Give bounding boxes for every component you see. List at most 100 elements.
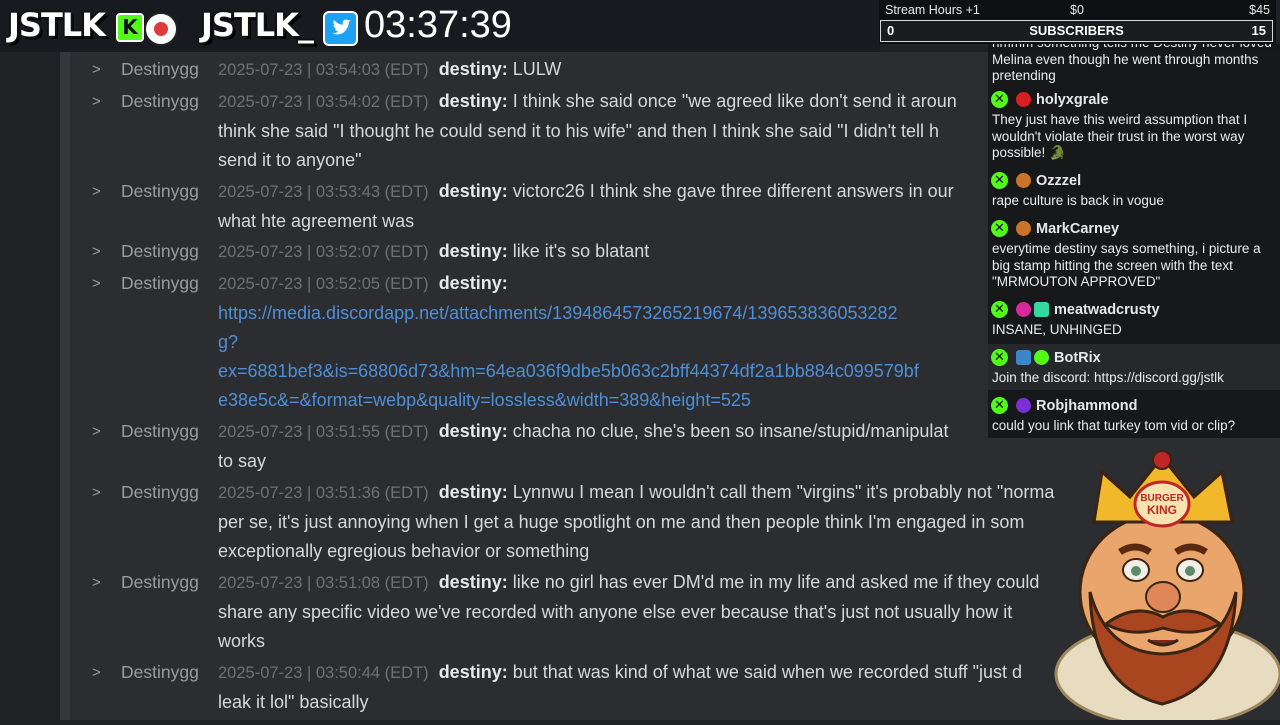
chat-message-text: everytime destiny says something, i pict… <box>992 241 1261 289</box>
expand-chevron-icon[interactable]: > <box>92 417 108 446</box>
message-timestamp: 2025-07-23 | 03:50:44 (EDT) <box>218 664 429 682</box>
expand-chevron-icon[interactable]: > <box>92 658 108 687</box>
chat-username[interactable]: meatwadcrusty <box>1054 299 1160 321</box>
goal-label: SUBSCRIBERS <box>1029 23 1124 38</box>
message-text: chacha no clue, she's been so insane/stu… <box>512 421 949 441</box>
kick-verified-icon: ✕ <box>991 397 1008 414</box>
channel-name: Destinygg <box>121 91 199 111</box>
user-avatar <box>1016 398 1031 413</box>
channel-name: Destinygg <box>121 59 199 79</box>
chat-username[interactable]: MarkCarney <box>1036 218 1119 240</box>
crown-logo-bottom: KING <box>1147 503 1177 517</box>
message-text: victorc26 I think she gave three differe… <box>512 181 954 201</box>
channel-name: Destinygg <box>121 572 199 592</box>
message-text-continued: think she said "I thought he could send … <box>218 121 940 141</box>
chat-message: ✕ meatwadcrusty INSANE, UNHINGED <box>988 298 1280 339</box>
message-text-continued: leak it lol" basically <box>218 692 369 712</box>
message-timestamp: 2025-07-23 | 03:51:55 (EDT) <box>218 423 429 441</box>
message-timestamp: 2025-07-23 | 03:52:07 (EDT) <box>218 243 429 261</box>
kick-icon: K <box>116 13 144 42</box>
message-text-continued: exceptionally egregious behavior or some… <box>218 541 590 561</box>
chat-message: ✕ MarkCarney everytime destiny says some… <box>988 217 1280 291</box>
chat-message: ✕ BotRix Join the discord: https://disco… <box>988 344 1280 390</box>
attachment-link[interactable]: https://media.discordapp.net/attachments… <box>218 299 1088 328</box>
message-timestamp: 2025-07-23 | 03:51:08 (EDT) <box>218 574 429 592</box>
message-timestamp: 2025-07-23 | 03:52:05 (EDT) <box>218 275 429 293</box>
goal-money-start: $0 <box>1070 3 1084 17</box>
stream-overlay-bar: JSTLK K JSTLK_ 03:37:39 <box>0 0 880 52</box>
kick-channel-logo: JSTLK <box>8 6 106 44</box>
subscriber-badge-icon <box>1034 302 1049 317</box>
message-text: like no girl has ever DM'd me in my life… <box>512 572 1040 592</box>
message-text: I think she said once "we agreed like do… <box>512 91 957 111</box>
expand-chevron-icon[interactable]: > <box>92 568 108 597</box>
message-timestamp: 2025-07-23 | 03:53:43 (EDT) <box>218 183 429 201</box>
user-avatar <box>1016 221 1031 236</box>
message-text-continued: send it to anyone" <box>218 150 362 170</box>
kick-verified-icon: ✕ <box>991 301 1008 318</box>
message-text: LULW <box>512 59 562 79</box>
message-author: destiny: <box>438 241 508 261</box>
bot-badge-icon <box>1016 350 1031 365</box>
log-scroll-rail[interactable] <box>60 52 70 720</box>
expand-chevron-icon[interactable]: > <box>92 237 108 266</box>
chat-message-text: INSANE, UNHINGED <box>992 322 1122 337</box>
message-text-continued: share any specific video we've recorded … <box>218 602 1013 622</box>
message-text-continued: to say <box>218 451 267 471</box>
chat-username[interactable]: BotRix <box>1054 347 1101 369</box>
message-text-continued: works <box>218 631 266 651</box>
message-text: Lynnwu I mean I wouldn't call them "virg… <box>512 482 1055 502</box>
chat-message-text: rape culture is back in vogue <box>992 193 1164 208</box>
kick-verified-icon: ✕ <box>991 172 1008 189</box>
channel-name: Destinygg <box>121 273 199 293</box>
message-author: destiny: <box>438 181 508 201</box>
chat-message-text: Join the discord: https://discord.gg/jst… <box>992 370 1224 385</box>
user-avatar <box>1016 302 1031 317</box>
chat-message: ✕ Ozzzel rape culture is back in vogue <box>988 169 1280 210</box>
message-author: destiny: <box>438 91 508 111</box>
twitter-bird-icon <box>323 11 358 46</box>
message-text: but that was kind of what we said when w… <box>512 662 1023 682</box>
message-author: destiny: <box>438 662 508 682</box>
expand-chevron-icon[interactable]: > <box>92 87 108 116</box>
message-timestamp: 2025-07-23 | 03:54:02 (EDT) <box>218 93 429 111</box>
kick-verified-icon: ✕ <box>991 349 1008 366</box>
goal-progress-bar: 0 SUBSCRIBERS 15 <box>880 20 1273 42</box>
attachment-link[interactable]: g? <box>218 328 1088 357</box>
stream-clock: 03:37:39 <box>364 4 512 46</box>
burger-king-avatar: BURGER KING <box>1050 442 1280 725</box>
attachment-link[interactable]: ex=6881bef3&is=68806d73&hm=64ea036f9dbe5… <box>218 357 1088 386</box>
user-avatar <box>1016 173 1031 188</box>
expand-chevron-icon[interactable]: > <box>92 269 108 298</box>
attachment-link[interactable]: e38e5c&=&format=webp&quality=lossless&wi… <box>218 386 1088 415</box>
kick-verified-icon: ✕ <box>991 220 1008 237</box>
message-author: destiny: <box>438 572 508 592</box>
goal-money-end: $45 <box>1249 3 1270 17</box>
chat-message-text: could you link that turkey tom vid or cl… <box>992 418 1236 433</box>
message-timestamp: 2025-07-23 | 03:51:36 (EDT) <box>218 484 429 502</box>
chat-username[interactable]: Robjhammond <box>1036 395 1138 417</box>
message-timestamp: 2025-07-23 | 03:54:03 (EDT) <box>218 61 429 79</box>
record-icon <box>144 12 178 46</box>
channel-name: Destinygg <box>121 662 199 682</box>
message-text-continued: per se, it's just annoying when I get a … <box>218 512 1025 532</box>
user-avatar <box>1016 92 1031 107</box>
verified-badge-icon <box>1034 350 1049 365</box>
expand-chevron-icon[interactable]: > <box>92 177 108 206</box>
chat-message-text: They just have this weird assumption tha… <box>992 112 1248 160</box>
message-author: destiny: <box>438 59 508 79</box>
channel-name: Destinygg <box>121 482 199 502</box>
message-text-continued: what hte agreement was <box>218 211 415 231</box>
channel-name: Destinygg <box>121 421 199 441</box>
chat-message: ✕ holyxgrale They just have this weird a… <box>988 88 1280 162</box>
chat-username[interactable]: holyxgrale <box>1036 89 1109 111</box>
chat-username[interactable]: Ozzzel <box>1036 170 1081 192</box>
stream-hours-label: Stream Hours +1 <box>885 3 980 17</box>
live-chat-overlay: hmmm something tells me Destiny never lo… <box>988 44 1280 438</box>
message-author: destiny: <box>438 273 508 293</box>
message-text: like it's so blatant <box>512 241 650 261</box>
subscriber-goal-widget: Stream Hours +1 $0 $45 0 SUBSCRIBERS 15 <box>879 0 1276 44</box>
twitter-channel-logo: JSTLK_ <box>201 6 314 44</box>
expand-chevron-icon[interactable]: > <box>92 478 108 507</box>
expand-chevron-icon[interactable]: > <box>92 55 108 84</box>
